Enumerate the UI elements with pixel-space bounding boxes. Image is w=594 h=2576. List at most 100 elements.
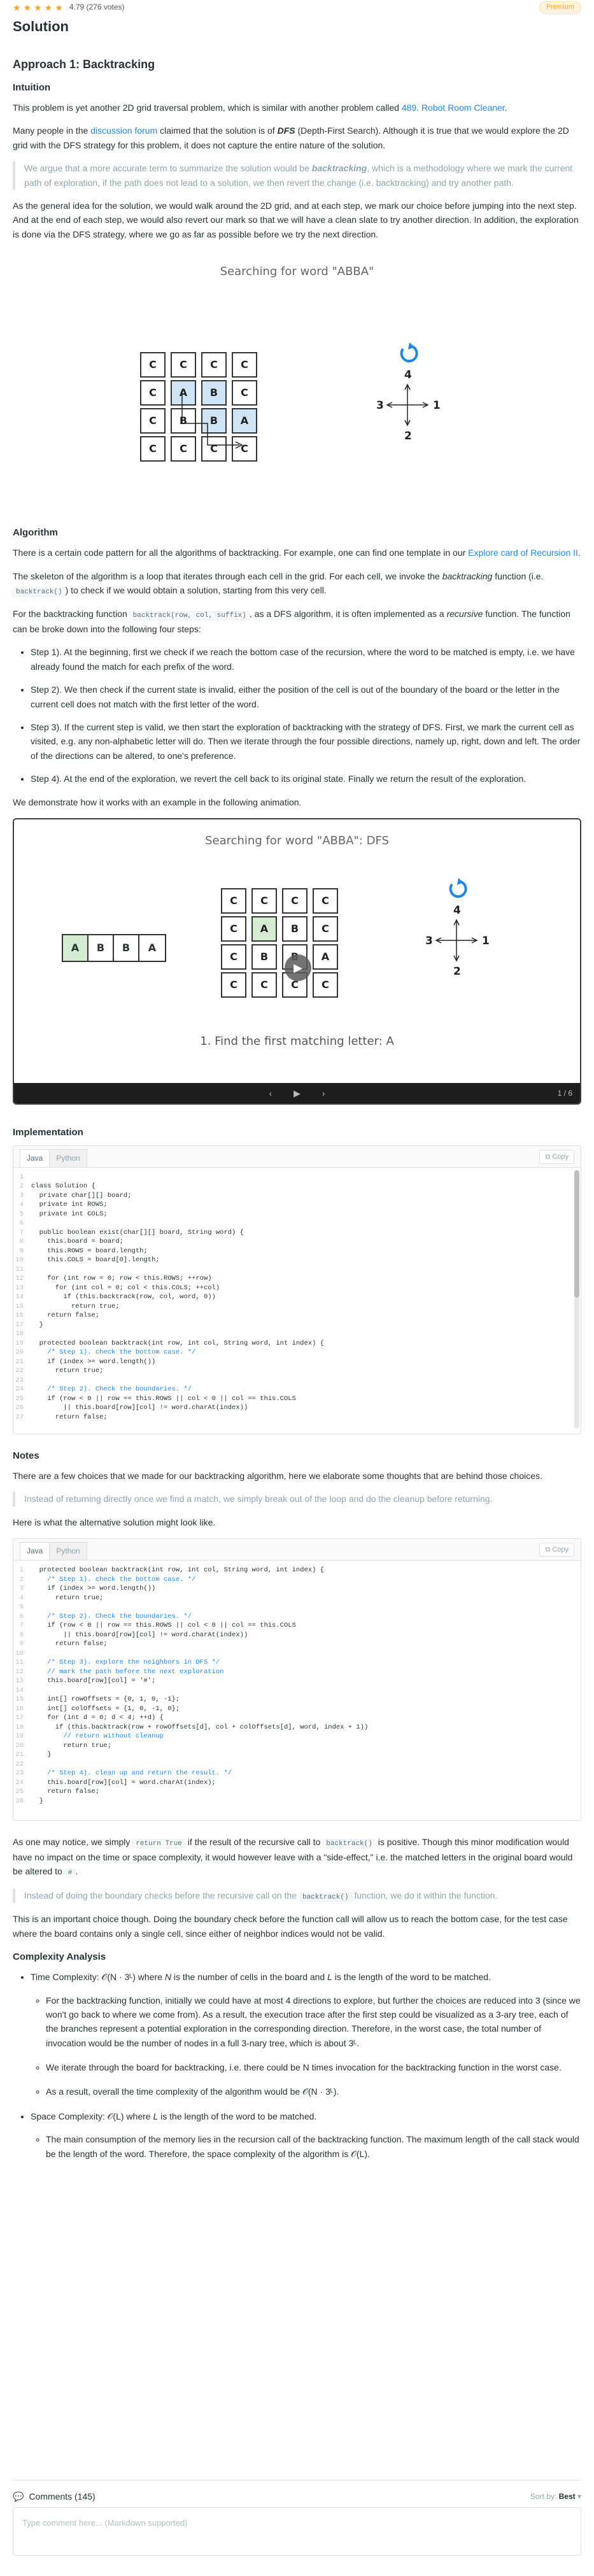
intuition-paragraph-3: As the general idea for the solution, we… bbox=[13, 200, 579, 239]
robot-room-cleaner-link[interactable]: 489. Robot Room Cleaner bbox=[402, 103, 505, 113]
approach-title: Approach 1: Backtracking bbox=[13, 58, 155, 71]
code-line: 1 protected boolean backtrack(int row, i… bbox=[19, 1566, 324, 1575]
rating-bar: ★ ★ ★ ★ ★ 4.79 (276 votes) Premium bbox=[13, 0, 581, 14]
grid-cell: A bbox=[313, 944, 338, 970]
prev-slide-button[interactable]: ‹ bbox=[269, 1086, 272, 1100]
word-letter: B bbox=[88, 935, 114, 961]
dfs-slideshow: Searching for word "ABBA": DFS ABBA CCCC… bbox=[13, 817, 581, 1105]
copy-button[interactable]: ⧉ Copy bbox=[539, 1149, 574, 1164]
algorithm-paragraph-4: We demonstrate how it works with an exam… bbox=[13, 796, 302, 807]
play-overlay-button[interactable]: ▶ bbox=[285, 954, 311, 981]
step-item: Step 2). We then check if the current st… bbox=[31, 683, 581, 711]
code-line: 18 bbox=[15, 1330, 24, 1338]
notes-paragraph-4: This is an important choice though. Doin… bbox=[13, 1914, 568, 1939]
star-icon[interactable]: ★ bbox=[24, 3, 32, 12]
play-slide-button[interactable]: ▶ bbox=[293, 1086, 301, 1100]
code-line: 11 bbox=[15, 1265, 24, 1273]
star-icon[interactable]: ★ bbox=[34, 3, 42, 12]
word-letter: A bbox=[148, 942, 157, 954]
code-line: 23 bbox=[15, 1376, 24, 1384]
algorithm-paragraph-2: The skeleton of the algorithm is a loop … bbox=[13, 570, 544, 597]
complexity-list: Time Complexity: 𝒪(N · 3ᴸ) where N is th… bbox=[31, 1970, 581, 2161]
word-letter: B bbox=[114, 935, 139, 961]
code-line: 12 // mark the path before the next expl… bbox=[15, 1667, 224, 1676]
direction-right-label: 1 bbox=[433, 399, 441, 413]
tab-python[interactable]: Python bbox=[49, 1542, 87, 1560]
grid-cell: C bbox=[221, 972, 246, 998]
slide-title: Searching for word "ABBA": DFS bbox=[205, 833, 389, 847]
code-line: 19 // return without cleanup bbox=[15, 1732, 164, 1741]
page-title: Solution bbox=[13, 18, 69, 34]
code-line: 6 bbox=[19, 1219, 24, 1228]
sort-dropdown[interactable]: Sort by: Best ▾ bbox=[530, 2491, 581, 2503]
implementation-heading: Implementation bbox=[13, 1126, 83, 1138]
code-line: 5 private int COLS; bbox=[19, 1210, 108, 1218]
discussion-forum-link[interactable]: discussion forum bbox=[90, 125, 157, 136]
direction-up-label: 4 bbox=[404, 369, 412, 382]
grid-cell: C bbox=[313, 888, 338, 914]
code-tabs: Java Python ⧉ Copy bbox=[13, 1145, 581, 1168]
tab-python[interactable]: Python bbox=[49, 1149, 87, 1167]
code-line: 20 return true; bbox=[15, 1741, 112, 1750]
figure-title: Searching for word "ABBA" bbox=[220, 265, 374, 279]
step-item: Step 1). At the beginning, first we chec… bbox=[31, 645, 581, 674]
code-line: 9 this.ROWS = board.length; bbox=[19, 1247, 148, 1255]
notes-quote-2: Instead of doing the boundary checks bef… bbox=[13, 1888, 581, 1904]
scrollbar-thumb[interactable] bbox=[574, 1170, 579, 1298]
tab-java[interactable]: Java bbox=[20, 1149, 50, 1167]
algorithm-steps: Step 1). At the beginning, first we chec… bbox=[31, 645, 581, 786]
code-line: 17 for (int d = 0; d < 4; ++d) { bbox=[15, 1714, 164, 1722]
code-line: 9 return false; bbox=[19, 1640, 108, 1648]
code-line: 18 if (this.backtrack(row + rowOffsets[d… bbox=[15, 1723, 369, 1731]
comments-bar: 💬 Comments (145) Sort by: Best ▾ bbox=[13, 2480, 581, 2503]
code-line: 11 /* Step 3). explore the neighbors in … bbox=[15, 1659, 220, 1667]
code-line: 24 this.board[row][col] = word.charAt(in… bbox=[15, 1778, 216, 1787]
grid-cell: C bbox=[313, 972, 338, 998]
code-line: 19 protected boolean backtrack(int row, … bbox=[15, 1339, 324, 1347]
space-complexity-item: Space Complexity: 𝒪(L) where L is the le… bbox=[31, 2109, 581, 2161]
code-editor[interactable]: 1 protected boolean backtrack(int row, i… bbox=[13, 1560, 581, 1820]
complexity-heading: Complexity Analysis bbox=[13, 1951, 106, 1963]
direction-left-label: 3 bbox=[376, 399, 384, 413]
notes-quote-1: Instead of returning directly once we fi… bbox=[13, 1492, 581, 1506]
code-line: 22 return true; bbox=[15, 1367, 104, 1375]
notes-paragraph-2: Here is what the alternative solution mi… bbox=[13, 1517, 216, 1527]
slide-caption: 1. Find the first matching letter: A bbox=[200, 1034, 394, 1048]
code-line: 13 for (int col = 0; col < this.COLS; ++… bbox=[15, 1284, 220, 1292]
star-icon[interactable]: ★ bbox=[13, 3, 21, 12]
code-line: 15 int[] rowOffsets = {0, 1, 0, -1}; bbox=[15, 1695, 180, 1704]
time-complexity-item: Time Complexity: 𝒪(N · 3ᴸ) where N is th… bbox=[31, 1970, 581, 2099]
word-letter: A bbox=[63, 935, 88, 961]
intuition-paragraph-1: This problem is yet another 2D grid trav… bbox=[13, 102, 507, 113]
tab-java[interactable]: Java bbox=[20, 1542, 50, 1560]
algorithm-paragraph-3: For the backtracking function backtrack(… bbox=[13, 609, 570, 635]
code-editor[interactable]: 1 2 class Solution {3 private char[][] boa… bbox=[13, 1168, 581, 1434]
code-line: 16 return false; bbox=[15, 1312, 100, 1320]
code-line: 1 bbox=[19, 1173, 24, 1181]
premium-badge: Premium bbox=[539, 1, 581, 14]
code-line: 25 return false; bbox=[15, 1788, 100, 1796]
direction-left-label: 3 bbox=[425, 934, 433, 947]
star-icon[interactable]: ★ bbox=[55, 3, 63, 12]
slide-direction-compass: 4 1 2 3 bbox=[421, 877, 498, 978]
code-line: 22 bbox=[15, 1760, 24, 1768]
code-line: 8 this.board = board; bbox=[19, 1238, 124, 1246]
copy-button[interactable]: ⧉ Copy bbox=[539, 1543, 574, 1557]
star-icon[interactable]: ★ bbox=[45, 3, 53, 12]
intuition-paragraph-2: Many people in the discussion forum clai… bbox=[13, 125, 569, 150]
direction-compass: 4 1 2 3 bbox=[372, 343, 449, 442]
space-detail-item: The main consumption of the memory lies … bbox=[46, 2132, 581, 2161]
step-item: Step 3). If the current step is valid, w… bbox=[31, 720, 581, 763]
comments-count: Comments (145) bbox=[29, 2491, 95, 2502]
direction-down-label: 2 bbox=[404, 430, 412, 443]
code-tabs: Java Python ⧉ Copy bbox=[13, 1539, 581, 1561]
comment-input[interactable]: Type comment here... (Markdown supported… bbox=[13, 2507, 581, 2556]
explore-card-link[interactable]: Explore card of Recursion II bbox=[468, 548, 578, 558]
comments-icon: 💬 bbox=[13, 2491, 24, 2502]
code-scrollbar[interactable] bbox=[574, 1170, 579, 1429]
next-slide-button[interactable]: › bbox=[322, 1086, 325, 1100]
slide-controls: ‹ ▶ › 1 / 6 bbox=[14, 1082, 580, 1103]
code-line: 21 } bbox=[15, 1751, 52, 1759]
rating-value: 4.79 (276 votes) bbox=[69, 3, 125, 12]
alternative-code-block: Java Python ⧉ Copy 1 protected boolean b… bbox=[13, 1538, 581, 1822]
